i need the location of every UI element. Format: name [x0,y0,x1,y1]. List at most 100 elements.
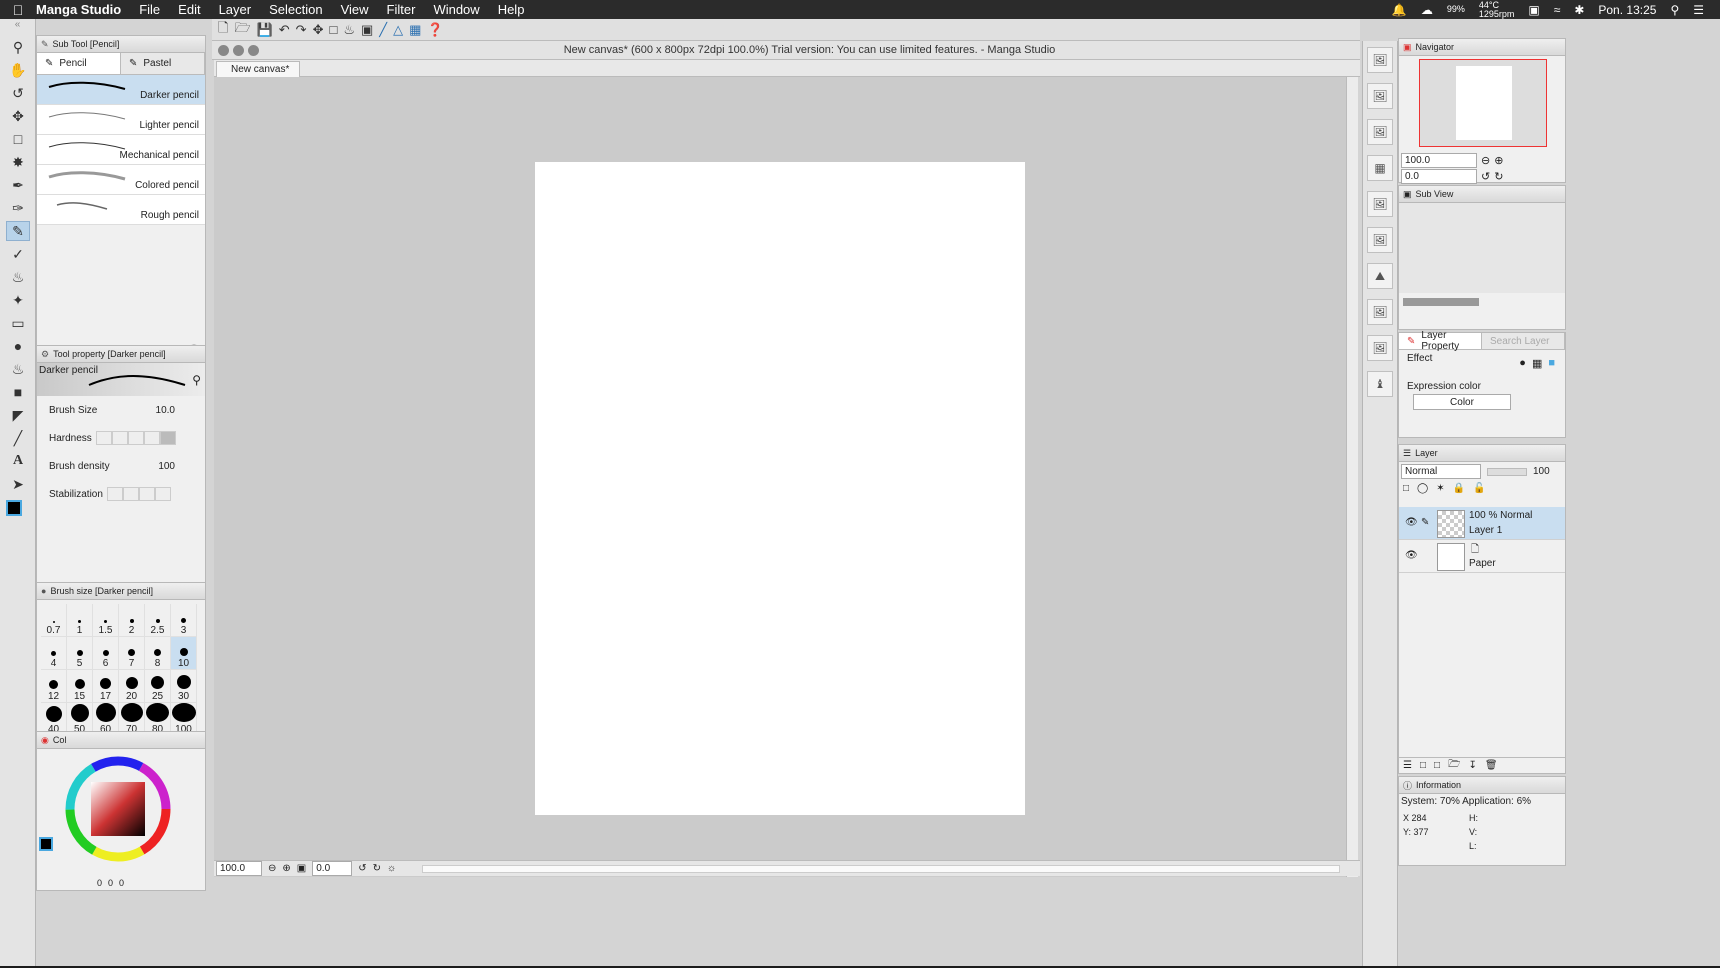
brush-size-cell[interactable]: 30 [171,670,197,703]
clock[interactable]: Pon. 13:25 [1598,3,1656,17]
zoom-field[interactable]: 100.0 [216,861,262,876]
eyedropper-icon[interactable]: ✒ [6,175,30,195]
brush-mechanical-pencil[interactable]: Mechanical pencil [37,135,205,165]
airbrush-icon[interactable]: ♨ [6,267,30,287]
nav-zoom-out-icon[interactable]: ⊖ [1481,154,1490,167]
hand-tool-icon[interactable]: ✋ [6,60,30,80]
zoom-out-icon[interactable]: ⊖ [268,863,276,874]
color-wheel[interactable] [63,754,173,864]
fit-icon[interactable]: ▣ [361,22,373,38]
expression-select[interactable]: Color [1413,394,1511,410]
tab-new-canvas[interactable]: New canvas* [216,61,301,77]
eraser-icon[interactable]: ▭ [6,313,30,333]
close-window-icon[interactable] [218,44,229,56]
blend-icon[interactable]: ● [6,336,30,356]
color-swatch[interactable] [4,498,32,526]
horizontal-scrollbar[interactable] [422,864,1340,873]
nav-zoom-in-icon[interactable]: ⊕ [1494,154,1503,167]
new-vector-layer-icon[interactable]: □ [1434,760,1440,771]
color-tab-label[interactable]: Col [53,735,67,745]
battery-status[interactable]: 99% [1447,5,1465,14]
bluetooth-icon[interactable]: ✱ [1574,3,1584,17]
clip-icon[interactable]: ◯ [1417,483,1428,494]
monitor-icon[interactable]: ▣ [1528,3,1539,17]
rotate-right-icon[interactable]: ↻ [373,863,381,874]
eye-icon[interactable]: 👁 [1405,517,1418,528]
layer-color-icon[interactable]: □ [1403,483,1409,494]
zoom-tool-icon[interactable]: ⚲ [6,37,30,57]
gradient-icon[interactable]: ■ [6,382,30,402]
fill-icon[interactable]: ♨ [6,359,30,379]
menu-layer[interactable]: Layer [219,2,252,17]
ref-icon[interactable]: ✶ [1436,483,1444,494]
brush-size-cell[interactable]: 10 [171,637,197,670]
image-icon[interactable]: ⛰ [1367,263,1393,289]
move-tool-icon[interactable]: ✥ [6,106,30,126]
subview-slider[interactable] [1403,298,1479,306]
brush-size-cell[interactable]: 20 [119,670,145,703]
menu-filter[interactable]: Filter [387,2,416,17]
brush-size-cell[interactable]: 2 [119,604,145,637]
search-icon[interactable]: ⚲ [1670,3,1679,17]
density-value[interactable]: 100 [158,461,175,472]
zoom-window-icon[interactable] [248,44,259,56]
reset-rotation-icon[interactable]: ☼ [387,863,396,874]
figure-icon[interactable]: ◤ [6,405,30,425]
merge-down-icon[interactable]: ↧ [1468,760,1476,771]
fit-window-icon[interactable]: ▣ [297,863,306,874]
fill-bucket-icon[interactable]: ♨ [343,22,355,38]
opacity-slider[interactable] [1487,467,1527,476]
brush-tool-icon[interactable]: ✓ [6,244,30,264]
material-7-icon[interactable]: 🖼 [1367,335,1393,361]
brush-size-cell[interactable]: 1.5 [93,604,119,637]
subview-area[interactable] [1399,203,1565,293]
brush-size-cell[interactable]: 12 [41,670,67,703]
perspective-icon[interactable]: △ [393,22,403,38]
brush-size-cell[interactable]: 5 [67,637,93,670]
temp-status[interactable]: 44°C 1295rpm [1479,0,1515,19]
brush-rough-pencil[interactable]: Rough pencil [37,195,205,225]
color-wheel-tab-icon[interactable]: ◉ [41,735,49,746]
nav-rotate-right-icon[interactable]: ↻ [1494,170,1503,183]
navigator-zoom[interactable]: 100.0 [1401,153,1477,168]
save-icon[interactable]: 💾 [257,22,273,38]
brush-size-row[interactable]: Brush Size 10.0 [37,396,205,424]
effect-tone-icon[interactable]: ▦ [1532,357,1542,370]
new-raster-layer-icon[interactable]: □ [1420,760,1426,771]
magic-wand-icon[interactable]: ✸ [6,152,30,172]
menu-window[interactable]: Window [433,2,479,17]
undo-icon[interactable]: ↶ [279,22,290,38]
brush-lighter-pencil[interactable]: Lighter pencil [37,105,205,135]
opacity-value[interactable]: 100 [1533,466,1550,477]
menu-file[interactable]: File [139,2,160,17]
material-2-icon[interactable]: 🖼 [1367,83,1393,109]
delete-layer-icon[interactable]: 🗑 [1485,760,1498,771]
pencil-tool-icon[interactable]: ✎ [6,221,30,241]
effect-dot-icon[interactable]: ● [1519,357,1526,370]
menu-view[interactable]: View [341,2,369,17]
hardness-bars[interactable] [95,431,176,445]
brush-size-cell[interactable]: 25 [145,670,171,703]
collapse-icon[interactable]: « [0,19,35,35]
cloud-icon[interactable]: ☁ [1421,3,1433,17]
hardness-row[interactable]: Hardness [37,424,205,452]
brush-size-cell[interactable]: 7 [119,637,145,670]
lock-icon[interactable]: 🔒 [1453,483,1465,494]
material-6-icon[interactable]: 🖼 [1367,299,1393,325]
tab-pastel[interactable]: ✎ Pastel [121,53,205,74]
new-file-icon[interactable]: 🗋 [218,19,228,41]
eye-icon[interactable]: 👁 [1405,550,1418,561]
help-icon[interactable]: ❓ [427,22,443,38]
paper-canvas[interactable] [535,162,1025,815]
apple-icon[interactable]:  [0,2,36,18]
new-folder-icon[interactable]: 🗁 [1448,757,1460,774]
tab-pencil[interactable]: ✎ Pencil [37,53,121,74]
zoom-in-icon[interactable]: ⊕ [282,863,290,874]
layer-row-paper[interactable]: 👁 🗋 Paper [1399,540,1565,573]
text-tool-icon[interactable]: A [6,451,30,471]
menu-edit[interactable]: Edit [178,2,200,17]
open-file-icon[interactable]: 🗁 [234,19,250,41]
brush-size-cell[interactable]: 15 [67,670,93,703]
brush-size-cell[interactable]: 6 [93,637,119,670]
material-5-icon[interactable]: 🖼 [1367,227,1393,253]
